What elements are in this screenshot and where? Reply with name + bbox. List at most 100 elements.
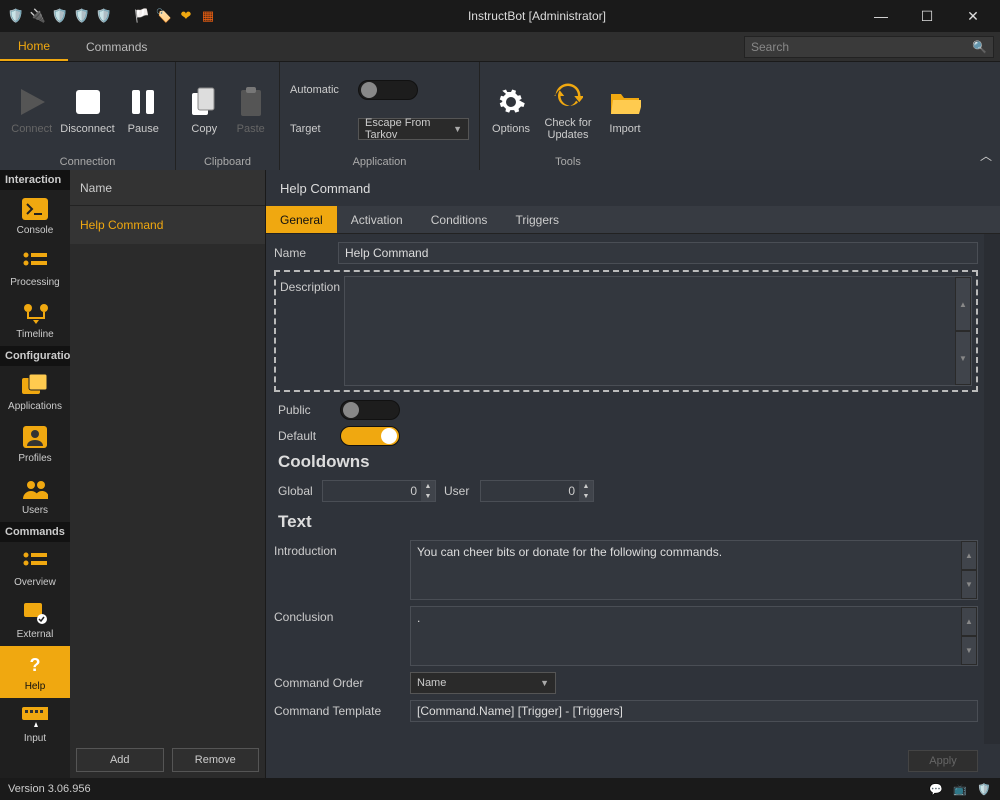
- group-application-label: Application: [286, 154, 473, 168]
- menu-strip: Home Commands Search 🔍: [0, 32, 1000, 62]
- heart-icon[interactable]: ❤: [178, 8, 194, 24]
- sidebar-item-help[interactable]: ? Help: [0, 646, 70, 698]
- import-button[interactable]: Import: [600, 66, 650, 154]
- group-clipboard-label: Clipboard: [182, 154, 273, 168]
- automatic-label: Automatic: [290, 84, 350, 96]
- discord-icon[interactable]: 💬: [928, 781, 944, 797]
- profile-icon: [22, 424, 48, 450]
- sidebar-item-processing[interactable]: Processing: [0, 242, 70, 294]
- template-input[interactable]: [410, 700, 978, 722]
- target-label: Target: [290, 123, 350, 135]
- copy-button[interactable]: Copy: [182, 66, 227, 154]
- twitch-icon[interactable]: 📺: [952, 781, 968, 797]
- chevron-down-icon: ▼: [540, 678, 549, 688]
- remove-button[interactable]: Remove: [172, 748, 260, 772]
- help-icon: ?: [22, 652, 48, 678]
- pause-icon: [126, 85, 160, 119]
- titlebar: 🛡️ 🔌 🛡️ 🛡️ 🛡️ 🏳️ 🏷️ ❤ ▦ InstructBot [Adm…: [0, 0, 1000, 32]
- plug-icon[interactable]: 🔌: [30, 8, 46, 24]
- copy-icon: [187, 85, 221, 119]
- conclusion-label: Conclusion: [274, 606, 410, 624]
- description-label: Description: [280, 276, 344, 294]
- tag-icon[interactable]: 🏷️: [156, 8, 172, 24]
- overview-icon: [22, 548, 48, 574]
- sidebar-item-console[interactable]: Console: [0, 190, 70, 242]
- external-icon: [22, 600, 48, 626]
- check-updates-button[interactable]: Check for Updates: [538, 66, 598, 154]
- connect-button[interactable]: Connect: [6, 66, 58, 154]
- options-button[interactable]: Options: [486, 66, 536, 154]
- shield-icon-1[interactable]: 🛡️: [52, 8, 68, 24]
- name-input[interactable]: [338, 242, 978, 264]
- sidebar-item-overview[interactable]: Overview: [0, 542, 70, 594]
- sidebar-item-applications[interactable]: Applications: [0, 366, 70, 418]
- description-input[interactable]: ▲▼: [344, 276, 972, 386]
- paste-icon: [234, 85, 268, 119]
- window-title: InstructBot [Administrator]: [216, 9, 858, 23]
- ribbon: Connect Disconnect Pause Connection Copy…: [0, 62, 1000, 170]
- menu-tab-commands[interactable]: Commands: [68, 32, 165, 61]
- editor-title: Help Command: [266, 170, 1000, 206]
- sidebar-item-timeline[interactable]: Timeline: [0, 294, 70, 346]
- sidebar-cat-interaction: Interaction: [0, 170, 70, 190]
- group-tools-label: Tools: [486, 154, 650, 168]
- add-button[interactable]: Add: [76, 748, 164, 772]
- menu-tab-home[interactable]: Home: [0, 32, 68, 61]
- paste-button[interactable]: Paste: [229, 66, 274, 154]
- ribbon-collapse-button[interactable]: ︿: [980, 147, 992, 164]
- command-list-panel: Name Help Command Add Remove: [70, 170, 266, 778]
- grid-icon[interactable]: ▦: [200, 8, 216, 24]
- editor-scrollbar[interactable]: [984, 234, 1000, 744]
- public-toggle[interactable]: [340, 400, 400, 420]
- global-input[interactable]: 0 ▲▼: [322, 480, 436, 502]
- keyboard-icon: [22, 704, 48, 730]
- global-label: Global: [278, 484, 314, 498]
- maximize-button[interactable]: ☐: [904, 0, 950, 32]
- close-button[interactable]: ✕: [950, 0, 996, 32]
- automatic-toggle[interactable]: [358, 80, 418, 100]
- status-shield-icon[interactable]: 🛡️: [976, 781, 992, 797]
- down-icon[interactable]: ▼: [955, 331, 971, 385]
- sidebar-cat-commands: Commands: [0, 522, 70, 542]
- list-header[interactable]: Name: [70, 170, 265, 206]
- conclusion-input[interactable]: . ▲▼: [410, 606, 978, 666]
- sidebar-item-input[interactable]: Input: [0, 698, 70, 750]
- user-input[interactable]: 0 ▲▼: [480, 480, 594, 502]
- intro-input[interactable]: You can cheer bits or donate for the fol…: [410, 540, 978, 600]
- sidebar: Interaction Console Processing Timeline …: [0, 170, 70, 778]
- sidebar-item-users[interactable]: Users: [0, 470, 70, 522]
- sidebar-item-profiles[interactable]: Profiles: [0, 418, 70, 470]
- target-combo[interactable]: Escape From Tarkov ▼: [358, 118, 469, 140]
- tab-conditions[interactable]: Conditions: [417, 206, 502, 233]
- status-bar: Version 3.06.956 💬 📺 🛡️: [0, 778, 1000, 800]
- pause-button[interactable]: Pause: [118, 66, 170, 154]
- disconnect-button[interactable]: Disconnect: [60, 66, 116, 154]
- up-icon[interactable]: ▲: [955, 277, 971, 331]
- name-label: Name: [274, 242, 338, 260]
- order-label: Command Order: [274, 672, 410, 690]
- sidebar-item-external[interactable]: External: [0, 594, 70, 646]
- list-item[interactable]: Help Command: [70, 206, 265, 244]
- tab-activation[interactable]: Activation: [337, 206, 417, 233]
- stop-icon: [71, 85, 105, 119]
- user-label: User: [444, 484, 472, 498]
- apply-button[interactable]: Apply: [908, 750, 978, 772]
- public-label: Public: [278, 403, 330, 417]
- users-icon: [22, 476, 48, 502]
- search-input[interactable]: Search 🔍: [744, 36, 994, 58]
- shield-icon-2[interactable]: 🛡️: [74, 8, 90, 24]
- tab-general[interactable]: General: [266, 206, 337, 233]
- tab-triggers[interactable]: Triggers: [501, 206, 573, 233]
- flag-icon[interactable]: 🏳️: [134, 8, 150, 24]
- default-toggle[interactable]: [340, 426, 400, 446]
- windows-icon: [22, 372, 48, 398]
- shield-icon-3[interactable]: 🛡️: [96, 8, 112, 24]
- gear-icon: [494, 85, 528, 119]
- group-connection-label: Connection: [6, 154, 169, 168]
- list-icon: [22, 248, 48, 274]
- description-highlight: Description ▲▼: [274, 270, 978, 392]
- minimize-button[interactable]: ―: [858, 0, 904, 32]
- order-combo[interactable]: Name ▼: [410, 672, 556, 694]
- svg-text:?: ?: [30, 655, 41, 675]
- intro-label: Introduction: [274, 540, 410, 558]
